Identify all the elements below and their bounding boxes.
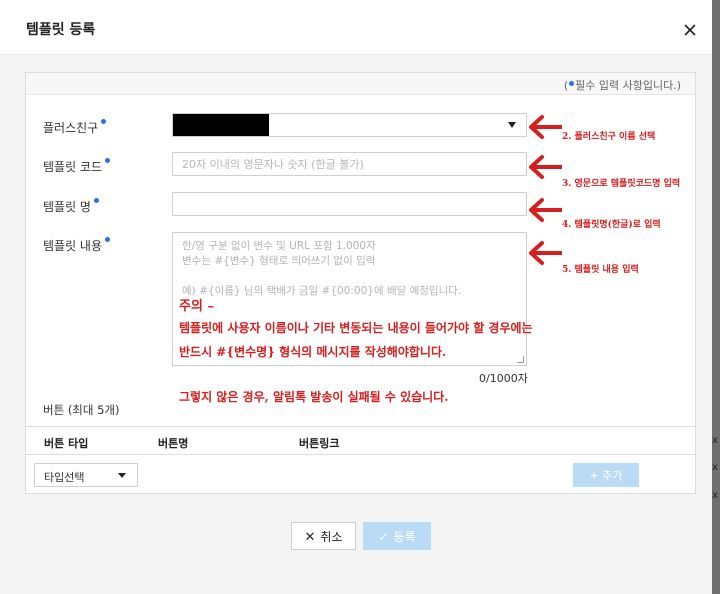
column-header: 버튼 타입 [44, 437, 89, 450]
annotation-step2: 2. 플러스친구 이름 선택 [562, 132, 656, 142]
chevron-down-icon [118, 473, 126, 478]
footer-actions: ✕ 취소 ✓ 등록 [0, 522, 712, 552]
arrow-left-icon [529, 155, 562, 179]
friend-select[interactable] [172, 113, 527, 137]
backdrop-text: x [712, 462, 718, 473]
name-label: 템플릿 명 [43, 198, 99, 215]
warning-line3: 그렇지 않은 경우, 알림톡 발송이 실패될 수 있습니다. [179, 390, 449, 404]
modal-header: 템플릿 등록 [0, 0, 712, 55]
form-topbar: (필수 입력 사항입니다.) [26, 73, 695, 95]
annotation-step5: 5. 템플릿 내용 입력 [562, 265, 639, 275]
required-dot-icon [569, 81, 575, 86]
required-note: (필수 입력 사항입니다.) [563, 79, 681, 92]
register-button[interactable]: ✓ 등록 [363, 522, 431, 550]
warning-title: 주의 – [179, 299, 214, 314]
column-header: 버튼명 [158, 437, 189, 450]
warning-line1: 템플릿에 사용자 이름이나 기타 변동되는 내용이 들어가야 할 경우에는 [179, 321, 533, 335]
backdrop-text: x [712, 435, 718, 446]
required-dot-icon [105, 158, 111, 163]
redacted-friend-name [173, 114, 269, 136]
content-label: 템플릿 내용 [43, 237, 111, 254]
required-dot-icon [101, 119, 107, 124]
code-label: 템플릿 코드 [43, 158, 111, 175]
modal-title: 템플릿 등록 [26, 22, 96, 38]
warning-line2: 반드시 #{변수명} 형식의 메시지를 작성해야합니다. [179, 345, 447, 359]
arrow-left-icon [529, 115, 562, 139]
required-dot-icon [93, 198, 99, 203]
template-code-input[interactable] [172, 152, 527, 176]
button-type-select[interactable]: 타입선택 [34, 463, 138, 487]
template-name-input[interactable] [172, 192, 527, 216]
resize-handle[interactable] [517, 356, 524, 363]
backdrop-text: x [712, 490, 718, 501]
add-button[interactable]: + 추가 [573, 463, 639, 487]
friend-label: 플러스친구 [43, 119, 107, 136]
arrow-left-icon [529, 198, 562, 222]
annotation-step3: 3. 영문으로 템플릿코드명 입력 [562, 179, 681, 189]
chevron-down-icon [508, 122, 516, 128]
check-icon: ✓ [378, 529, 389, 544]
arrow-left-icon [529, 241, 562, 265]
close-icon: ✕ [304, 529, 316, 545]
buttons-label: 버튼 (최대 5개) [43, 403, 120, 417]
char-count: 0/1000자 [479, 372, 528, 385]
template-register-modal: 템플릿 등록 (필수 입력 사항입니다.) 플러스친구 템플릿 코드 20자 이… [0, 0, 712, 594]
cancel-button[interactable]: ✕ 취소 [291, 522, 356, 550]
button-table-header: 버튼 타입 버튼명 버튼링크 [26, 426, 695, 455]
required-dot-icon [105, 237, 111, 242]
column-header: 버튼링크 [299, 437, 340, 450]
annotation-step4: 4. 템플릿명(한글)로 입력 [562, 220, 661, 230]
close-icon[interactable] [680, 20, 700, 40]
